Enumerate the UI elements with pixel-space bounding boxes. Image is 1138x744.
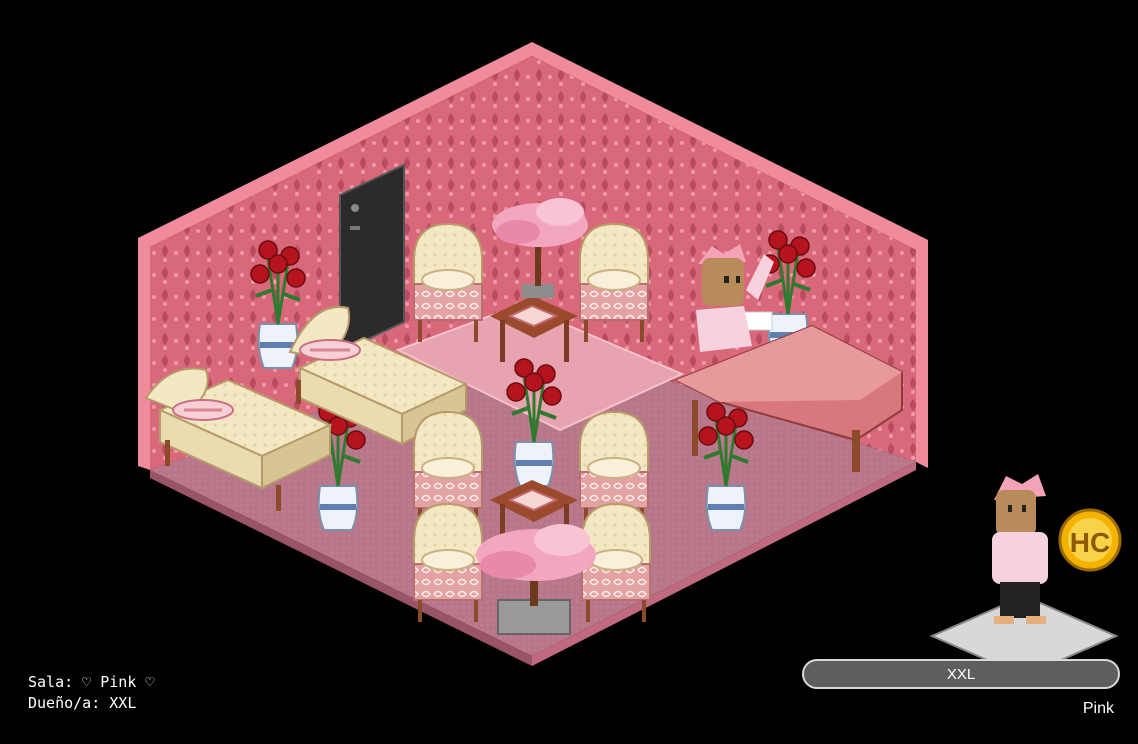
room-name: Sala: ♡ Pink ♡ (28, 673, 155, 691)
svg-text:HC: HC (1070, 527, 1110, 558)
room-viewport[interactable]: HC (0, 0, 1138, 744)
avatar-icon (992, 474, 1048, 624)
door[interactable] (339, 163, 405, 354)
hc-badge[interactable]: HC (1058, 508, 1122, 572)
user-motto: Pink (1082, 700, 1114, 717)
username-label: XXL (946, 665, 976, 683)
user-avatar-preview[interactable] (929, 474, 1119, 678)
hc-badge-icon: HC (1058, 508, 1122, 572)
username-pill[interactable]: XXL (802, 659, 1120, 689)
room-info: Sala: ♡ Pink ♡ Dueño/a: XXL (28, 672, 154, 714)
room-owner: Dueño/a: XXL (28, 694, 137, 712)
